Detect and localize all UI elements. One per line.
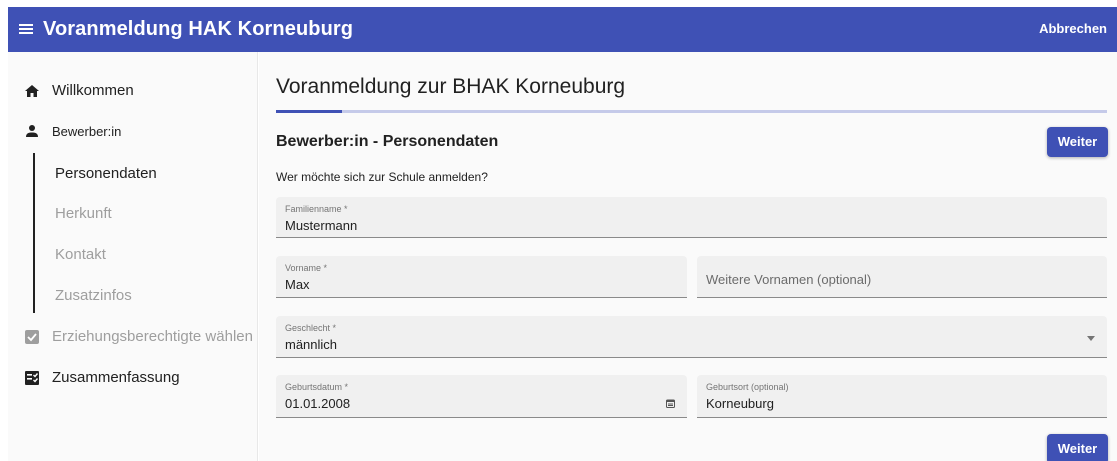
calendar-icon[interactable] — [666, 399, 675, 408]
field-label: Vorname * — [285, 263, 328, 273]
checklist-icon — [25, 370, 39, 385]
sidebar-item-willkommen[interactable]: Willkommen — [8, 82, 134, 99]
field-label: Geschlecht * — [285, 323, 337, 333]
sidebar-item-label: Willkommen — [52, 82, 134, 99]
main-content: Voranmeldung zur BHAK Korneuburg Bewerbe… — [259, 52, 1117, 461]
page-title: Voranmeldung zur BHAK Korneuburg — [276, 75, 626, 98]
next-button-top[interactable]: Weiter — [1047, 127, 1108, 157]
sidebar-item-bewerber[interactable]: Bewerber:in — [8, 123, 121, 139]
sidebar-item-erziehungsberechtigte[interactable]: Erziehungsberechtigte wählen — [8, 328, 253, 345]
app-title: Voranmeldung HAK Korneuburg — [43, 18, 354, 40]
familienname-field[interactable]: Familienname * Mustermann — [276, 197, 1107, 238]
progress-bar-fill — [276, 110, 343, 113]
geburtsdatum-field[interactable]: Geburtsdatum * 01.01.2008 — [276, 375, 687, 418]
field-label: Familienname * — [285, 204, 348, 214]
person-icon — [26, 125, 38, 137]
sidebar-item-zusammenfassung[interactable]: Zusammenfassung — [8, 369, 180, 386]
field-value: Korneuburg — [706, 396, 774, 411]
sidebar-subitem-zusatzinfos[interactable]: Zusatzinfos — [55, 287, 132, 304]
hamburger-menu-icon[interactable] — [18, 21, 34, 37]
step-connector-line — [33, 153, 35, 313]
sidebar-nav: Willkommen Bewerber:in Personendaten Her… — [8, 52, 258, 461]
home-icon — [25, 84, 39, 97]
field-label: Geburtsort (optional) — [706, 382, 789, 392]
geschlecht-select[interactable]: Geschlecht * männlich — [276, 316, 1107, 358]
sidebar-item-label: Zusammenfassung — [52, 369, 180, 386]
form-question: Wer möchte sich zur Schule anmelden? — [276, 170, 488, 184]
section-title: Bewerber:in - Personendaten — [276, 133, 499, 150]
weitere-vornamen-field[interactable]: Weitere Vornamen (optional) — [697, 256, 1107, 298]
field-value: männlich — [285, 337, 338, 352]
app-bar: Voranmeldung HAK Korneuburg Abbrechen — [8, 7, 1117, 52]
geburtsort-field[interactable]: Geburtsort (optional) Korneuburg — [697, 375, 1107, 418]
progress-bar — [276, 110, 1107, 113]
field-placeholder: Weitere Vornamen (optional) — [706, 272, 872, 287]
vorname-field[interactable]: Vorname * Max — [276, 256, 687, 298]
field-value: Mustermann — [285, 218, 358, 233]
cancel-button[interactable]: Abbrechen — [1039, 21, 1107, 36]
sidebar-subitem-herkunft[interactable]: Herkunft — [55, 205, 112, 222]
next-button-bottom[interactable]: Weiter — [1047, 434, 1108, 461]
dropdown-arrow-icon — [1087, 336, 1095, 341]
field-value: 01.01.2008 — [285, 396, 351, 411]
sidebar-item-label: Bewerber:in — [52, 123, 122, 139]
field-value: Max — [285, 277, 310, 292]
sidebar-subitem-personendaten[interactable]: Personendaten — [55, 165, 157, 182]
checkbox-icon — [25, 329, 39, 344]
field-label: Geburtsdatum * — [285, 382, 349, 392]
sidebar-subitem-kontakt[interactable]: Kontakt — [55, 246, 106, 263]
sidebar-item-label: Erziehungsberechtigte wählen — [52, 328, 253, 345]
